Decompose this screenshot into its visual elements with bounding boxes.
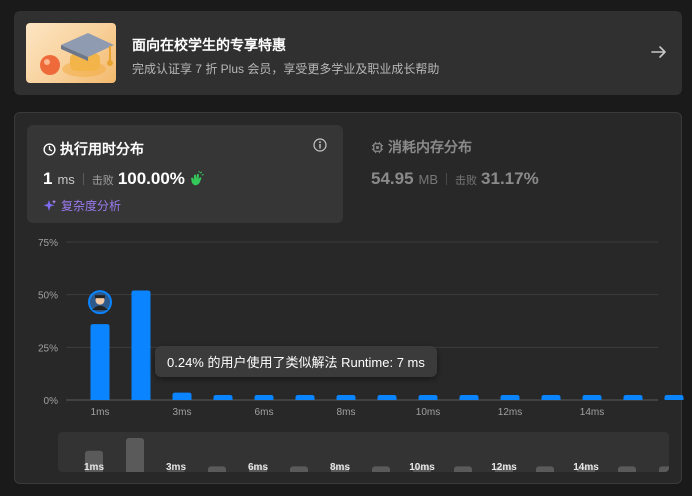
complexity-analysis-link[interactable]: 复杂度分析 — [43, 197, 121, 214]
runtime-title: 执行用时分布 — [43, 139, 144, 159]
runtime-bar[interactable] — [213, 394, 233, 400]
complexity-analysis-label: 复杂度分析 — [61, 199, 122, 213]
y-tick-label: 25% — [38, 343, 58, 354]
runtime-bar[interactable] — [377, 394, 397, 400]
y-tick-label: 0% — [44, 396, 59, 407]
overview-chart: 1ms 3ms 6ms 8ms 10ms 12ms 14ms — [84, 438, 669, 472]
overview-tick-label: 3ms — [166, 462, 186, 472]
bar-tooltip: 0.24% 的用户使用了类似解法 Runtime: 7 ms — [155, 346, 437, 377]
runtime-bar[interactable] — [418, 394, 438, 400]
runtime-bar[interactable] — [172, 392, 192, 400]
runtime-bar[interactable] — [541, 394, 561, 400]
x-tick-label: 12ms — [498, 407, 522, 418]
x-tick-label: 14ms — [580, 407, 604, 418]
runtime-bar[interactable] — [459, 394, 479, 400]
sparkle-icon — [43, 199, 57, 211]
y-tick-label: 75% — [38, 238, 58, 249]
x-tick-label: 3ms — [173, 407, 192, 418]
overview-tick-label: 14ms — [573, 462, 599, 472]
runtime-bar[interactable] — [623, 394, 643, 400]
clap-icon — [190, 171, 204, 186]
runtime-title-text: 执行用时分布 — [60, 141, 144, 157]
overview-bar — [126, 438, 144, 472]
runtime-bar[interactable] — [131, 290, 151, 400]
overview-bar — [372, 466, 390, 472]
x-tick-label: 1ms — [91, 407, 110, 418]
y-tick-label: 50% — [38, 291, 58, 302]
runtime-card[interactable]: 执行用时分布 1 ms 击败 100.00% 复杂度分析 — [27, 125, 343, 223]
overview-bar — [536, 466, 554, 472]
runtime-bar[interactable] — [336, 394, 356, 400]
chart-range-overview[interactable]: 1ms 3ms 6ms 8ms 10ms 12ms 14ms — [58, 432, 669, 472]
x-tick-label: 8ms — [337, 407, 356, 418]
runtime-value: 1 — [43, 169, 53, 188]
memory-value: 54.95 — [371, 169, 414, 188]
performance-panel: 执行用时分布 1 ms 击败 100.00% 复杂度分析 消耗内存分布 54.9… — [14, 112, 682, 484]
overview-bar — [618, 466, 636, 472]
runtime-bar[interactable] — [90, 324, 110, 400]
runtime-bar[interactable] — [582, 394, 602, 400]
banner-subtitle: 完成认证享 7 折 Plus 会员，享受更多学业及职业成长帮助 — [132, 62, 440, 76]
overview-bar — [208, 466, 226, 472]
runtime-bar[interactable] — [500, 394, 520, 400]
runtime-beats-pct: 100.00% — [117, 169, 185, 188]
stat-divider — [446, 173, 448, 185]
runtime-stats: 1 ms 击败 100.00% — [43, 169, 204, 189]
runtime-bar[interactable] — [254, 394, 274, 400]
memory-beats-label: 击败 — [455, 175, 478, 187]
runtime-bar[interactable] — [295, 394, 315, 400]
info-icon[interactable] — [313, 138, 327, 152]
runtime-bar[interactable] — [664, 394, 684, 400]
overview-tick-label: 12ms — [491, 462, 517, 472]
user-avatar — [88, 290, 112, 315]
arrow-right-icon[interactable] — [650, 43, 668, 61]
memory-stats: 54.95 MB 击败 31.17% — [371, 169, 539, 189]
memory-card[interactable]: 消耗内存分布 54.95 MB 击败 31.17% — [371, 137, 539, 188]
runtime-unit: ms — [57, 172, 75, 187]
x-tick-label: 6ms — [255, 407, 274, 418]
x-tick-label: 10ms — [416, 407, 440, 418]
overview-tick-label: 1ms — [84, 462, 104, 472]
avatar-hair — [95, 295, 105, 299]
overview-bar — [290, 466, 308, 472]
graduation-cap-illustration — [26, 23, 116, 83]
chip-icon — [371, 141, 384, 153]
overview-bar — [454, 466, 472, 472]
overview-tick-label: 8ms — [330, 462, 350, 472]
memory-title-text: 消耗内存分布 — [388, 139, 472, 155]
overview-tick-label: 6ms — [248, 462, 268, 472]
memory-beats-pct: 31.17% — [481, 169, 539, 188]
banner-title: 面向在校学生的专享特惠 — [132, 37, 286, 53]
student-offer-banner[interactable]: 面向在校学生的专享特惠 完成认证享 7 折 Plus 会员，享受更多学业及职业成… — [14, 11, 682, 95]
runtime-beats-label: 击败 — [91, 175, 114, 187]
overview-tick-label: 10ms — [409, 462, 435, 472]
stat-divider — [82, 173, 84, 185]
memory-unit: MB — [418, 172, 439, 187]
memory-title: 消耗内存分布 — [371, 137, 472, 157]
clock-icon — [43, 142, 56, 156]
